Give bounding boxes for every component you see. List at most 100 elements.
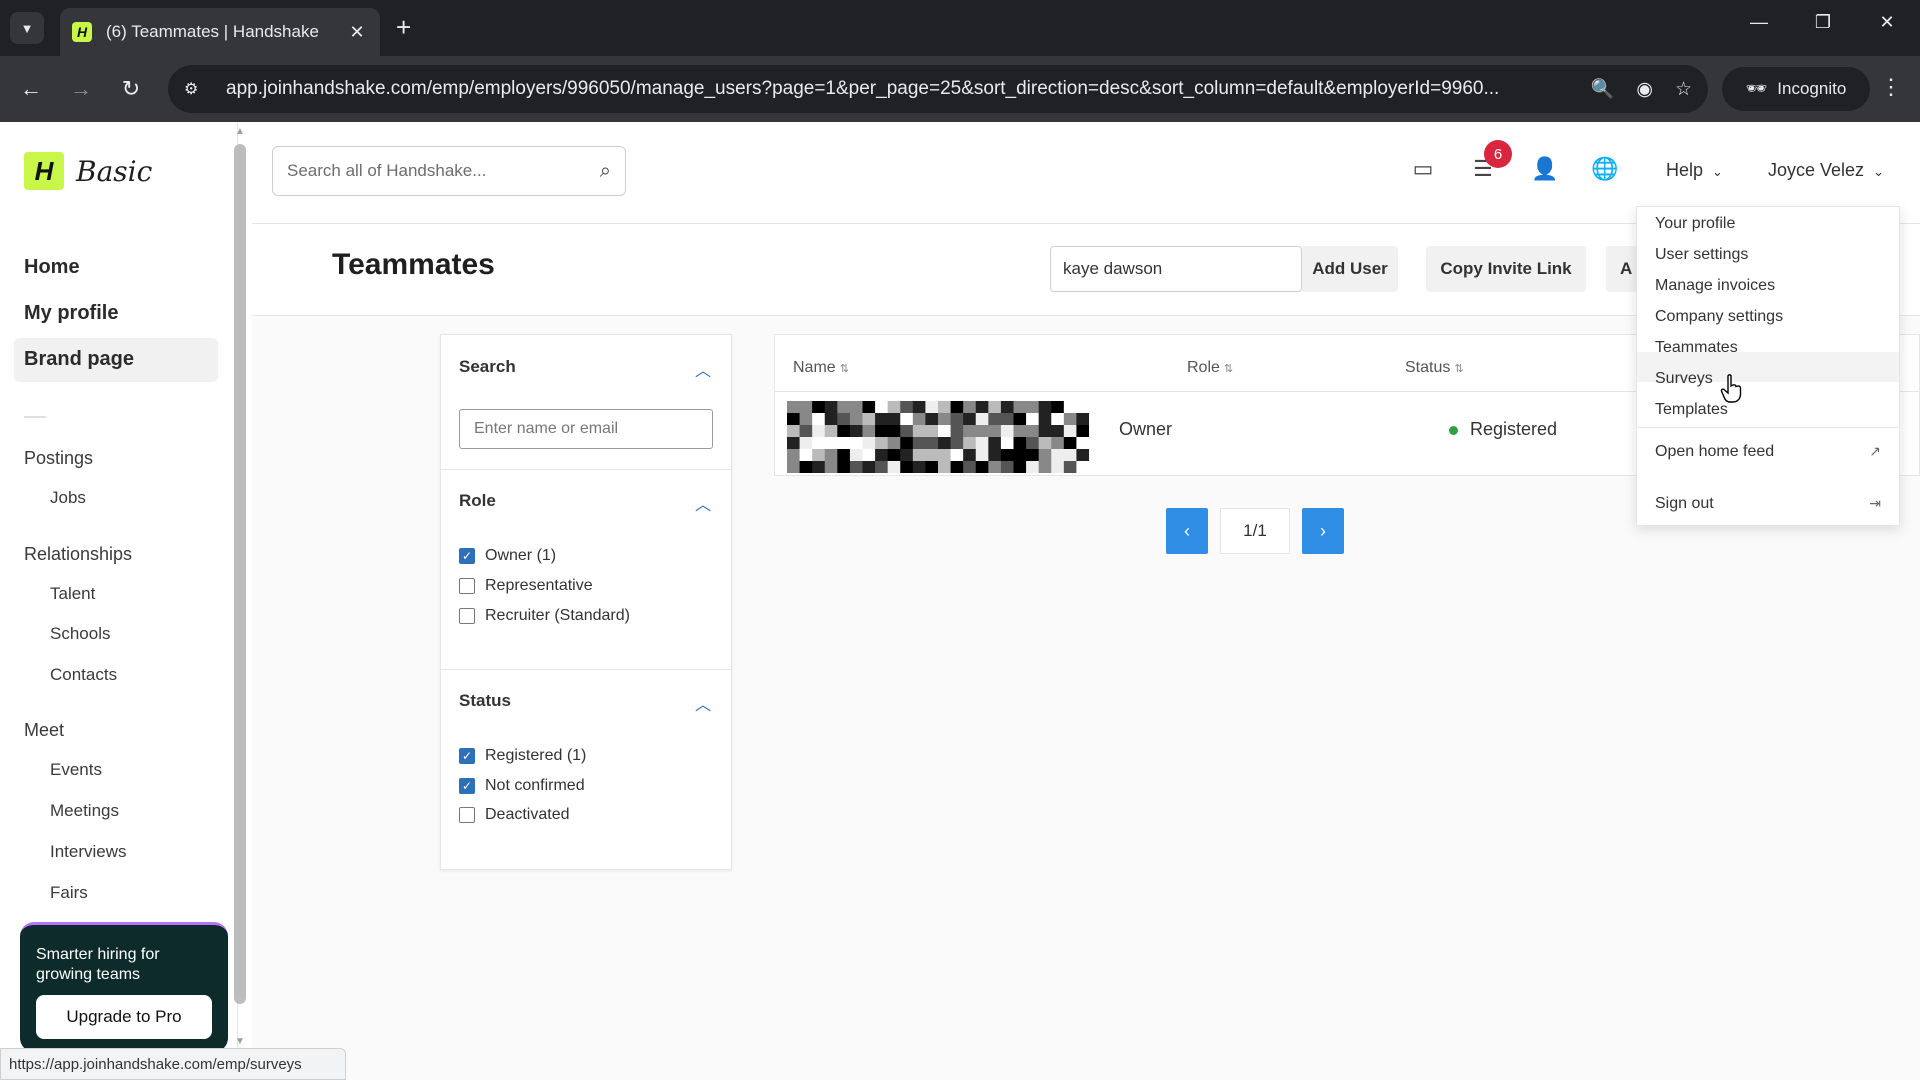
sort-icon: ⇅ xyxy=(1223,363,1234,375)
checkbox-unchecked-icon[interactable] xyxy=(459,608,475,624)
scroll-up-icon[interactable]: ▲ xyxy=(235,126,245,137)
menu-item-user-settings[interactable]: User settings xyxy=(1655,246,1748,264)
scroll-down-icon[interactable]: ▼ xyxy=(235,1036,245,1047)
pixelated-name-image[interactable] xyxy=(787,401,1089,473)
browser-tab[interactable]: H (6) Teammates | Handshake ✕ xyxy=(60,8,380,56)
filter-divider xyxy=(441,669,731,670)
forward-icon[interactable]: → xyxy=(66,74,96,104)
reload-icon[interactable]: ↻ xyxy=(116,74,146,104)
filter-divider xyxy=(441,469,731,470)
eye-off-icon[interactable]: ◉ xyxy=(1636,78,1653,101)
close-window-icon[interactable]: ✕ xyxy=(1872,12,1902,33)
column-header-status[interactable]: Status ⇅ xyxy=(1405,359,1464,377)
url-text[interactable]: app.joinhandshake.com/emp/employers/9960… xyxy=(226,78,1569,100)
global-search[interactable]: ⌕ xyxy=(272,146,626,196)
person-icon[interactable]: 👤 xyxy=(1530,156,1560,182)
menu-item-open-home-feed[interactable]: Open home feed xyxy=(1655,443,1774,461)
search-icon[interactable]: ⌕ xyxy=(600,160,611,183)
menu-item-templates[interactable]: Templates xyxy=(1655,401,1728,419)
menu-item-teammates[interactable]: Teammates xyxy=(1655,339,1738,357)
checkbox-unchecked-icon[interactable] xyxy=(459,578,475,594)
add-user-input[interactable] xyxy=(1050,246,1302,292)
add-user-button[interactable]: Add User xyxy=(1302,246,1398,292)
column-header-name[interactable]: Name ⇅ xyxy=(793,359,849,377)
new-tab-icon[interactable]: + xyxy=(396,12,411,42)
sidebar-item-my-profile[interactable]: My profile xyxy=(24,302,118,325)
name-email-filter-input[interactable] xyxy=(459,409,713,449)
column-header-role[interactable]: Role ⇅ xyxy=(1187,359,1233,377)
globe-icon[interactable]: 🌐 xyxy=(1590,156,1620,182)
menu-item-surveys[interactable]: Surveys xyxy=(1655,370,1713,388)
notification-badge: 6 xyxy=(1484,140,1512,168)
chevron-up-icon[interactable]: ︿ xyxy=(695,357,711,381)
tab-list-button[interactable]: ▼ xyxy=(10,12,44,44)
sidebar: H Basic Home My profile Brand page Posti… xyxy=(0,122,246,1080)
sign-out-icon: ⇥ xyxy=(1869,495,1881,511)
checkbox-checked-icon[interactable]: ✓ xyxy=(459,778,475,794)
user-menu[interactable]: Joyce Velez ⌄ xyxy=(1768,160,1884,181)
bookmark-star-icon[interactable]: ☆ xyxy=(1675,78,1692,101)
role-filter-heading: Role xyxy=(459,491,496,510)
role-representative-checkbox[interactable]: Representative xyxy=(459,577,593,595)
chevron-up-icon[interactable]: ︿ xyxy=(695,691,711,715)
global-search-input[interactable] xyxy=(287,161,600,181)
incognito-indicator[interactable]: 🕶 Incognito xyxy=(1722,67,1870,111)
chevron-right-icon[interactable]: › xyxy=(1302,508,1344,554)
sort-icon: ⇅ xyxy=(1454,363,1464,375)
sidebar-item-interviews[interactable]: Interviews xyxy=(50,842,127,862)
status-registered-checkbox[interactable]: ✓ Registered (1) xyxy=(459,747,586,765)
checkbox-checked-icon[interactable]: ✓ xyxy=(459,748,475,764)
site-settings-icon[interactable]: ⚙ xyxy=(184,79,210,99)
sidebar-item-jobs[interactable]: Jobs xyxy=(50,488,86,508)
sidebar-item-home[interactable]: Home xyxy=(24,256,80,279)
sidebar-item-events[interactable]: Events xyxy=(50,760,102,780)
sidebar-item-fairs[interactable]: Fairs xyxy=(50,883,88,903)
help-menu[interactable]: Help ⌄ xyxy=(1666,160,1723,181)
sidebar-item-schools[interactable]: Schools xyxy=(50,624,110,644)
checkbox-checked-icon[interactable]: ✓ xyxy=(459,548,475,564)
back-icon[interactable]: ← xyxy=(16,74,46,104)
role-owner-checkbox[interactable]: ✓ Owner (1) xyxy=(459,547,556,565)
browser-nav-bar: ← → ↻ ⚙ app.joinhandshake.com/emp/employ… xyxy=(0,56,1920,122)
status-filter-heading: Status xyxy=(459,691,511,710)
sidebar-item-meetings[interactable]: Meetings xyxy=(50,801,119,821)
menu-item-manage-invoices[interactable]: Manage invoices xyxy=(1655,277,1775,295)
address-bar[interactable]: ⚙ app.joinhandshake.com/emp/employers/99… xyxy=(168,65,1708,113)
browser-status-url: https://app.joinhandshake.com/emp/survey… xyxy=(0,1048,346,1080)
sidebar-divider xyxy=(24,416,46,418)
logo[interactable]: H Basic xyxy=(24,152,152,190)
checkbox-label: Owner (1) xyxy=(485,547,557,564)
menu-item-your-profile[interactable]: Your profile xyxy=(1655,215,1735,233)
sidebar-item-brand-page[interactable]: Brand page xyxy=(24,348,134,371)
status-not-confirmed-checkbox[interactable]: ✓ Not confirmed xyxy=(459,777,585,795)
chevron-up-icon[interactable]: ︿ xyxy=(695,491,711,515)
calendar-icon[interactable]: ▭ xyxy=(1408,156,1438,182)
status-dot-icon xyxy=(1449,425,1458,435)
pagination: ‹ 1/1 › xyxy=(1166,508,1344,554)
incognito-label: Incognito xyxy=(1777,79,1847,98)
checkbox-label: Not confirmed xyxy=(485,777,585,794)
checkbox-unchecked-icon[interactable] xyxy=(459,807,475,823)
sidebar-item-contacts[interactable]: Contacts xyxy=(50,665,117,685)
checkbox-label: Representative xyxy=(485,577,593,594)
upgrade-to-pro-button[interactable]: Upgrade to Pro xyxy=(36,995,212,1039)
role-recruiter-checkbox[interactable]: Recruiter (Standard) xyxy=(459,607,630,625)
sidebar-scrollbar[interactable] xyxy=(234,144,246,1004)
filter-panel: Search ︿ Role ︿ ✓ Owner (1) Representati… xyxy=(440,334,732,870)
sidebar-item-talent[interactable]: Talent xyxy=(50,584,95,604)
browser-menu-icon[interactable]: ⋮ xyxy=(1880,74,1902,100)
plan-label: Basic xyxy=(76,154,153,188)
tab-title: (6) Teammates | Handshake xyxy=(106,22,319,41)
sort-icon: ⇅ xyxy=(839,363,849,375)
copy-invite-link-button[interactable]: Copy Invite Link xyxy=(1426,246,1586,292)
menu-item-company-settings[interactable]: Company settings xyxy=(1655,308,1783,326)
minimize-icon[interactable]: — xyxy=(1744,12,1774,33)
restore-icon[interactable]: ❐ xyxy=(1808,12,1838,33)
chevron-left-icon[interactable]: ‹ xyxy=(1166,508,1208,554)
close-tab-icon[interactable]: ✕ xyxy=(346,22,368,43)
zoom-icon[interactable]: 🔍 xyxy=(1591,77,1615,101)
status-deactivated-checkbox[interactable]: Deactivated xyxy=(459,806,570,824)
menu-item-sign-out[interactable]: Sign out xyxy=(1655,495,1714,513)
checkbox-label: Registered (1) xyxy=(485,747,587,764)
checkbox-label: Deactivated xyxy=(485,806,570,823)
